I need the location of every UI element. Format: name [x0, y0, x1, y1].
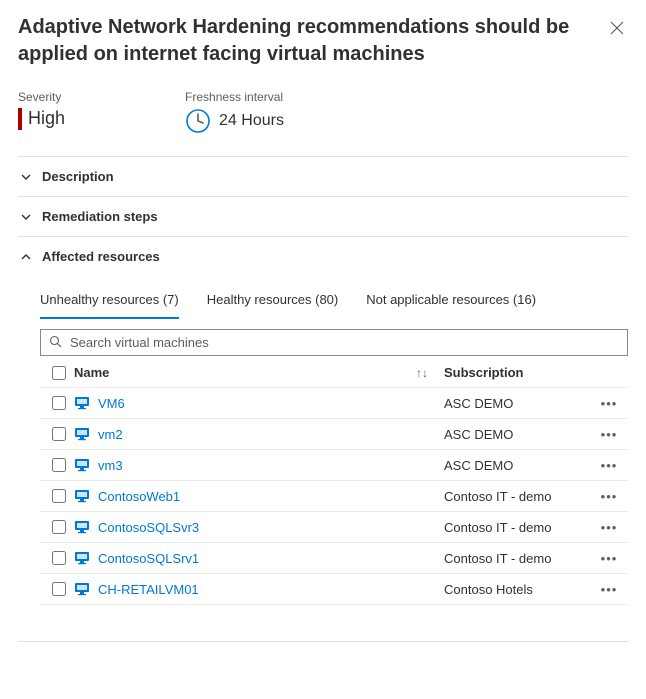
- subscription-value: Contoso Hotels: [444, 582, 594, 597]
- section-affected-label: Affected resources: [42, 249, 160, 264]
- row-more-button[interactable]: •••: [594, 551, 624, 566]
- tab-healthy[interactable]: Healthy resources (80): [207, 286, 339, 319]
- subscription-value: Contoso IT - demo: [444, 489, 594, 504]
- section-remediation[interactable]: Remediation steps: [18, 197, 628, 236]
- table-row: ContosoWeb1 Contoso IT - demo •••: [40, 481, 628, 512]
- section-description-label: Description: [42, 169, 114, 184]
- chevron-up-icon: [20, 251, 32, 263]
- vm-name[interactable]: ContosoSQLSvr3: [98, 520, 199, 535]
- row-checkbox[interactable]: [52, 582, 66, 596]
- section-affected[interactable]: Affected resources: [18, 237, 628, 276]
- row-checkbox[interactable]: [52, 489, 66, 503]
- page-title: Adaptive Network Hardening recommendatio…: [18, 14, 594, 68]
- row-checkbox[interactable]: [52, 427, 66, 441]
- clock-icon: [185, 108, 211, 134]
- row-checkbox[interactable]: [52, 458, 66, 472]
- chevron-down-icon: [20, 171, 32, 183]
- subscription-value: ASC DEMO: [444, 427, 594, 442]
- vm-name[interactable]: CH-RETAILVM01: [98, 582, 199, 597]
- table-row: CH-RETAILVM01 Contoso Hotels •••: [40, 574, 628, 605]
- row-checkbox[interactable]: [52, 520, 66, 534]
- row-more-button[interactable]: •••: [594, 489, 624, 504]
- subscription-value: ASC DEMO: [444, 458, 594, 473]
- severity-label: Severity: [18, 90, 65, 104]
- subscription-value: Contoso IT - demo: [444, 520, 594, 535]
- row-more-button[interactable]: •••: [594, 396, 624, 411]
- vm-name[interactable]: ContosoWeb1: [98, 489, 180, 504]
- row-more-button[interactable]: •••: [594, 520, 624, 535]
- column-name[interactable]: Name: [74, 365, 416, 380]
- sort-icon[interactable]: ↑↓: [416, 365, 444, 380]
- close-button[interactable]: [606, 16, 628, 42]
- vm-icon: [74, 519, 90, 535]
- search-icon: [49, 335, 62, 351]
- table-row: vm3 ASC DEMO •••: [40, 450, 628, 481]
- freshness-value: 24 Hours: [219, 112, 284, 130]
- freshness-label: Freshness interval: [185, 90, 284, 104]
- vm-name[interactable]: VM6: [98, 396, 125, 411]
- vm-name[interactable]: vm2: [98, 427, 123, 442]
- row-more-button[interactable]: •••: [594, 582, 624, 597]
- table-row: vm2 ASC DEMO •••: [40, 419, 628, 450]
- vm-icon: [74, 550, 90, 566]
- select-all-checkbox[interactable]: [52, 366, 66, 380]
- table-row: VM6 ASC DEMO •••: [40, 388, 628, 419]
- row-checkbox[interactable]: [52, 551, 66, 565]
- vm-icon: [74, 488, 90, 504]
- vm-icon: [74, 581, 90, 597]
- search-box[interactable]: [40, 329, 628, 356]
- row-more-button[interactable]: •••: [594, 458, 624, 473]
- tab-unhealthy[interactable]: Unhealthy resources (7): [40, 286, 179, 319]
- table-row: ContosoSQLSvr3 Contoso IT - demo •••: [40, 512, 628, 543]
- divider: [18, 641, 628, 642]
- row-more-button[interactable]: •••: [594, 427, 624, 442]
- search-input[interactable]: [68, 334, 619, 351]
- vm-icon: [74, 457, 90, 473]
- table-row: ContosoSQLSrv1 Contoso IT - demo •••: [40, 543, 628, 574]
- row-checkbox[interactable]: [52, 396, 66, 410]
- chevron-down-icon: [20, 211, 32, 223]
- severity-value: High: [18, 108, 65, 130]
- vm-name[interactable]: ContosoSQLSrv1: [98, 551, 199, 566]
- section-remediation-label: Remediation steps: [42, 209, 158, 224]
- section-description[interactable]: Description: [18, 157, 628, 196]
- table-header: Name ↑↓ Subscription: [40, 358, 628, 388]
- vm-name[interactable]: vm3: [98, 458, 123, 473]
- tab-not-applicable[interactable]: Not applicable resources (16): [366, 286, 536, 319]
- subscription-value: Contoso IT - demo: [444, 551, 594, 566]
- subscription-value: ASC DEMO: [444, 396, 594, 411]
- vm-icon: [74, 395, 90, 411]
- column-subscription[interactable]: Subscription: [444, 365, 594, 380]
- vm-icon: [74, 426, 90, 442]
